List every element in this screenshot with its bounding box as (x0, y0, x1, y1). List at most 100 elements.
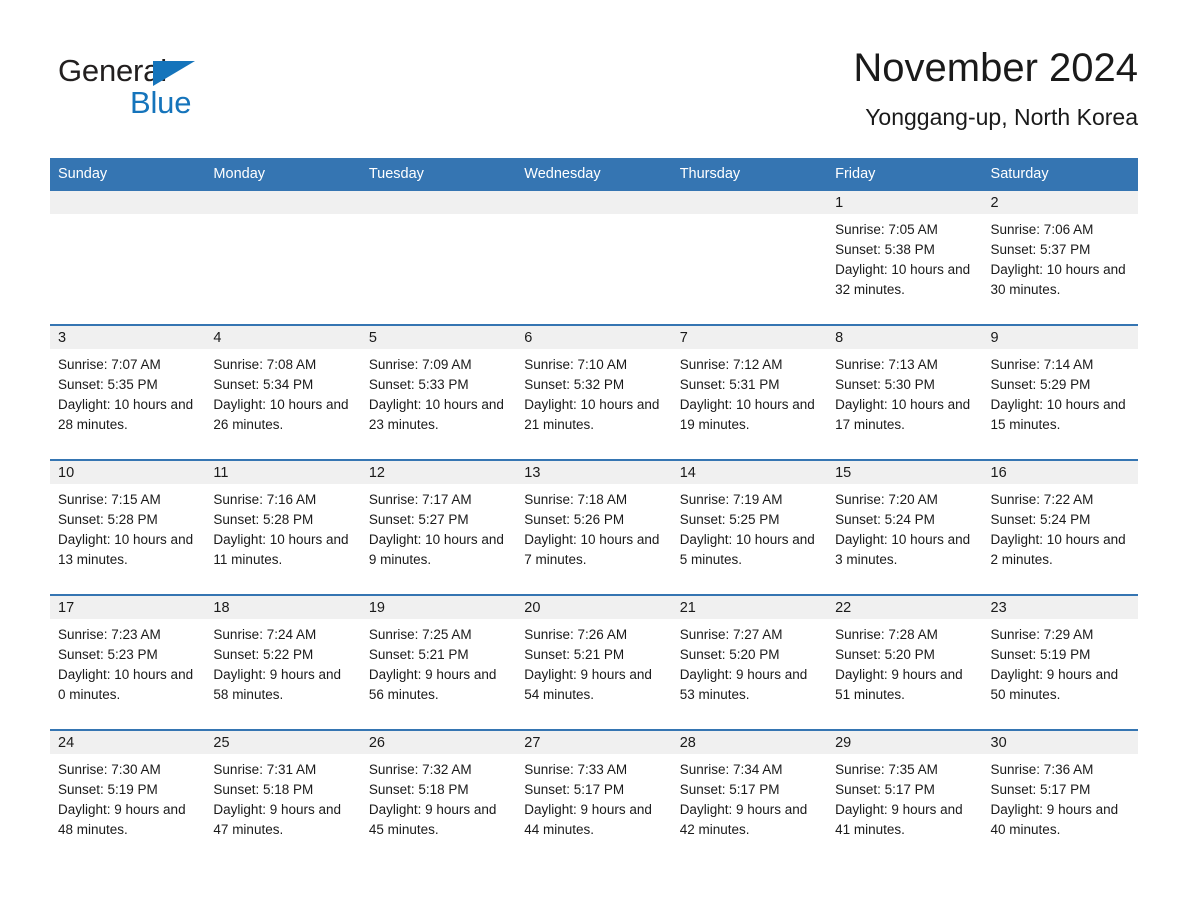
day-number (50, 191, 206, 214)
calendar-day-cell[interactable]: 2 Sunrise: 7:06 AM Sunset: 5:37 PM Dayli… (982, 191, 1138, 325)
calendar-day-cell[interactable]: 20 Sunrise: 7:26 AM Sunset: 5:21 PM Dayl… (516, 594, 672, 730)
day-number: 5 (360, 326, 517, 349)
day-number: 22 (827, 596, 983, 619)
daylight-text: Daylight: 9 hours and 56 minutes. (368, 667, 497, 702)
daylight-text: Daylight: 9 hours and 48 minutes. (58, 802, 186, 837)
daylight-text: Daylight: 10 hours and 32 minutes. (835, 262, 971, 297)
day-number: 23 (982, 596, 1138, 619)
calendar-day-cell[interactable]: 14 Sunrise: 7:19 AM Sunset: 5:25 PM Dayl… (671, 459, 828, 595)
daylight-text: Daylight: 9 hours and 42 minutes. (679, 802, 808, 837)
daylight-text: Daylight: 10 hours and 15 minutes. (990, 397, 1126, 432)
calendar-day-cell[interactable] (671, 191, 828, 325)
sunrise-text: Sunrise: 7:28 AM (835, 627, 938, 642)
sunrise-text: Sunrise: 7:31 AM (213, 762, 317, 777)
day-number: 7 (671, 326, 828, 349)
daylight-text: Daylight: 10 hours and 5 minutes. (679, 532, 815, 567)
logo-text-blue: Blue (130, 85, 192, 120)
calendar-day-cell[interactable]: 30 Sunrise: 7:36 AM Sunset: 5:17 PM Dayl… (982, 729, 1138, 864)
sunrise-text: Sunrise: 7:25 AM (368, 627, 472, 642)
sunset-text: Sunset: 5:31 PM (679, 377, 780, 392)
sunrise-text: Sunrise: 7:29 AM (990, 627, 1094, 642)
day-number: 4 (205, 326, 361, 349)
day-number: 14 (671, 461, 828, 484)
daylight-text: Daylight: 9 hours and 58 minutes. (213, 667, 341, 702)
day-number: 28 (671, 731, 828, 754)
day-number: 25 (205, 731, 361, 754)
calendar-day-cell[interactable]: 29 Sunrise: 7:35 AM Sunset: 5:17 PM Dayl… (827, 729, 983, 864)
calendar-day-cell[interactable]: 25 Sunrise: 7:31 AM Sunset: 5:18 PM Dayl… (205, 729, 361, 864)
calendar-week-row: 10 Sunrise: 7:15 AM Sunset: 5:28 PM Dayl… (50, 459, 1138, 595)
sunset-text: Sunset: 5:20 PM (679, 647, 780, 662)
sunrise-text: Sunrise: 7:22 AM (990, 492, 1094, 507)
calendar-day-cell[interactable]: 21 Sunrise: 7:27 AM Sunset: 5:20 PM Dayl… (671, 594, 828, 730)
sunset-text: Sunset: 5:32 PM (524, 377, 625, 392)
calendar-day-cell[interactable]: 15 Sunrise: 7:20 AM Sunset: 5:24 PM Dayl… (827, 459, 983, 595)
calendar-day-cell[interactable]: 10 Sunrise: 7:15 AM Sunset: 5:28 PM Dayl… (50, 459, 206, 595)
calendar-day-cell[interactable]: 8 Sunrise: 7:13 AM Sunset: 5:30 PM Dayli… (827, 324, 983, 460)
sunset-text: Sunset: 5:20 PM (835, 647, 935, 662)
daylight-text: Daylight: 9 hours and 54 minutes. (524, 667, 652, 702)
calendar-day-cell[interactable]: 24 Sunrise: 7:30 AM Sunset: 5:19 PM Dayl… (50, 729, 206, 864)
day-number: 24 (50, 731, 206, 754)
sunset-text: Sunset: 5:26 PM (524, 512, 625, 527)
daylight-text: Daylight: 9 hours and 40 minutes. (990, 802, 1119, 837)
sunset-text: Sunset: 5:27 PM (368, 512, 469, 527)
day-number (516, 191, 672, 214)
weekday-header-thursday: Thursday (671, 158, 828, 191)
sunrise-text: Sunrise: 7:05 AM (835, 222, 938, 237)
calendar-day-cell[interactable]: 19 Sunrise: 7:25 AM Sunset: 5:21 PM Dayl… (360, 594, 517, 730)
day-number: 21 (671, 596, 828, 619)
sunrise-text: Sunrise: 7:18 AM (524, 492, 628, 507)
daylight-text: Daylight: 9 hours and 41 minutes. (835, 802, 963, 837)
sunset-text: Sunset: 5:38 PM (835, 242, 935, 257)
calendar-day-cell[interactable]: 9 Sunrise: 7:14 AM Sunset: 5:29 PM Dayli… (982, 324, 1138, 460)
day-number: 16 (982, 461, 1138, 484)
calendar-day-cell[interactable]: 11 Sunrise: 7:16 AM Sunset: 5:28 PM Dayl… (205, 459, 361, 595)
calendar-day-cell[interactable]: 22 Sunrise: 7:28 AM Sunset: 5:20 PM Dayl… (827, 594, 983, 730)
calendar-day-cell[interactable]: 12 Sunrise: 7:17 AM Sunset: 5:27 PM Dayl… (360, 459, 517, 595)
day-number: 10 (50, 461, 206, 484)
sunset-text: Sunset: 5:33 PM (368, 377, 469, 392)
calendar-day-cell[interactable]: 23 Sunrise: 7:29 AM Sunset: 5:19 PM Dayl… (982, 594, 1138, 730)
sunrise-text: Sunrise: 7:32 AM (368, 762, 472, 777)
day-number: 15 (827, 461, 983, 484)
calendar-day-cell[interactable] (360, 191, 517, 325)
sunrise-text: Sunrise: 7:20 AM (835, 492, 938, 507)
weekday-header-friday: Friday (827, 158, 983, 191)
calendar-day-cell[interactable]: 28 Sunrise: 7:34 AM Sunset: 5:17 PM Dayl… (671, 729, 828, 864)
calendar-day-cell[interactable] (50, 191, 206, 325)
calendar-day-cell[interactable]: 17 Sunrise: 7:23 AM Sunset: 5:23 PM Dayl… (50, 594, 206, 730)
calendar-day-cell[interactable]: 6 Sunrise: 7:10 AM Sunset: 5:32 PM Dayli… (516, 324, 672, 460)
title-block: November 2024 Yonggang-up, North Korea (853, 42, 1138, 134)
calendar-day-cell[interactable]: 5 Sunrise: 7:09 AM Sunset: 5:33 PM Dayli… (360, 324, 517, 460)
calendar-day-cell[interactable]: 3 Sunrise: 7:07 AM Sunset: 5:35 PM Dayli… (50, 324, 206, 460)
generalblue-logo[interactable]: General Blue (58, 54, 278, 134)
day-number: 17 (50, 596, 206, 619)
daylight-text: Daylight: 10 hours and 3 minutes. (835, 532, 971, 567)
calendar-day-cell[interactable] (205, 191, 361, 325)
calendar-day-cell[interactable]: 7 Sunrise: 7:12 AM Sunset: 5:31 PM Dayli… (671, 324, 828, 460)
sunset-text: Sunset: 5:28 PM (213, 512, 314, 527)
day-number: 1 (827, 191, 983, 214)
sunrise-text: Sunrise: 7:10 AM (524, 357, 628, 372)
calendar-day-cell[interactable]: 13 Sunrise: 7:18 AM Sunset: 5:26 PM Dayl… (516, 459, 672, 595)
calendar-day-cell[interactable]: 26 Sunrise: 7:32 AM Sunset: 5:18 PM Dayl… (360, 729, 517, 864)
calendar-day-cell[interactable]: 16 Sunrise: 7:22 AM Sunset: 5:24 PM Dayl… (982, 459, 1138, 595)
daylight-text: Daylight: 10 hours and 13 minutes. (58, 532, 194, 567)
daylight-text: Daylight: 9 hours and 51 minutes. (835, 667, 963, 702)
calendar-day-cell[interactable]: 4 Sunrise: 7:08 AM Sunset: 5:34 PM Dayli… (205, 324, 361, 460)
sunset-text: Sunset: 5:17 PM (679, 782, 780, 797)
calendar-head: Sunday Monday Tuesday Wednesday Thursday… (50, 158, 1138, 191)
calendar-day-cell[interactable] (516, 191, 672, 325)
weekday-header-wednesday: Wednesday (516, 158, 672, 191)
calendar-week-row: 17 Sunrise: 7:23 AM Sunset: 5:23 PM Dayl… (50, 594, 1138, 730)
day-number: 11 (205, 461, 361, 484)
calendar-day-cell[interactable]: 18 Sunrise: 7:24 AM Sunset: 5:22 PM Dayl… (205, 594, 361, 730)
sunset-text: Sunset: 5:21 PM (368, 647, 469, 662)
daylight-text: Daylight: 10 hours and 30 minutes. (990, 262, 1126, 297)
calendar-day-cell[interactable]: 27 Sunrise: 7:33 AM Sunset: 5:17 PM Dayl… (516, 729, 672, 864)
calendar-day-cell[interactable]: 1 Sunrise: 7:05 AM Sunset: 5:38 PM Dayli… (827, 191, 983, 325)
day-number: 13 (516, 461, 672, 484)
sunset-text: Sunset: 5:25 PM (679, 512, 780, 527)
sunset-text: Sunset: 5:18 PM (368, 782, 469, 797)
